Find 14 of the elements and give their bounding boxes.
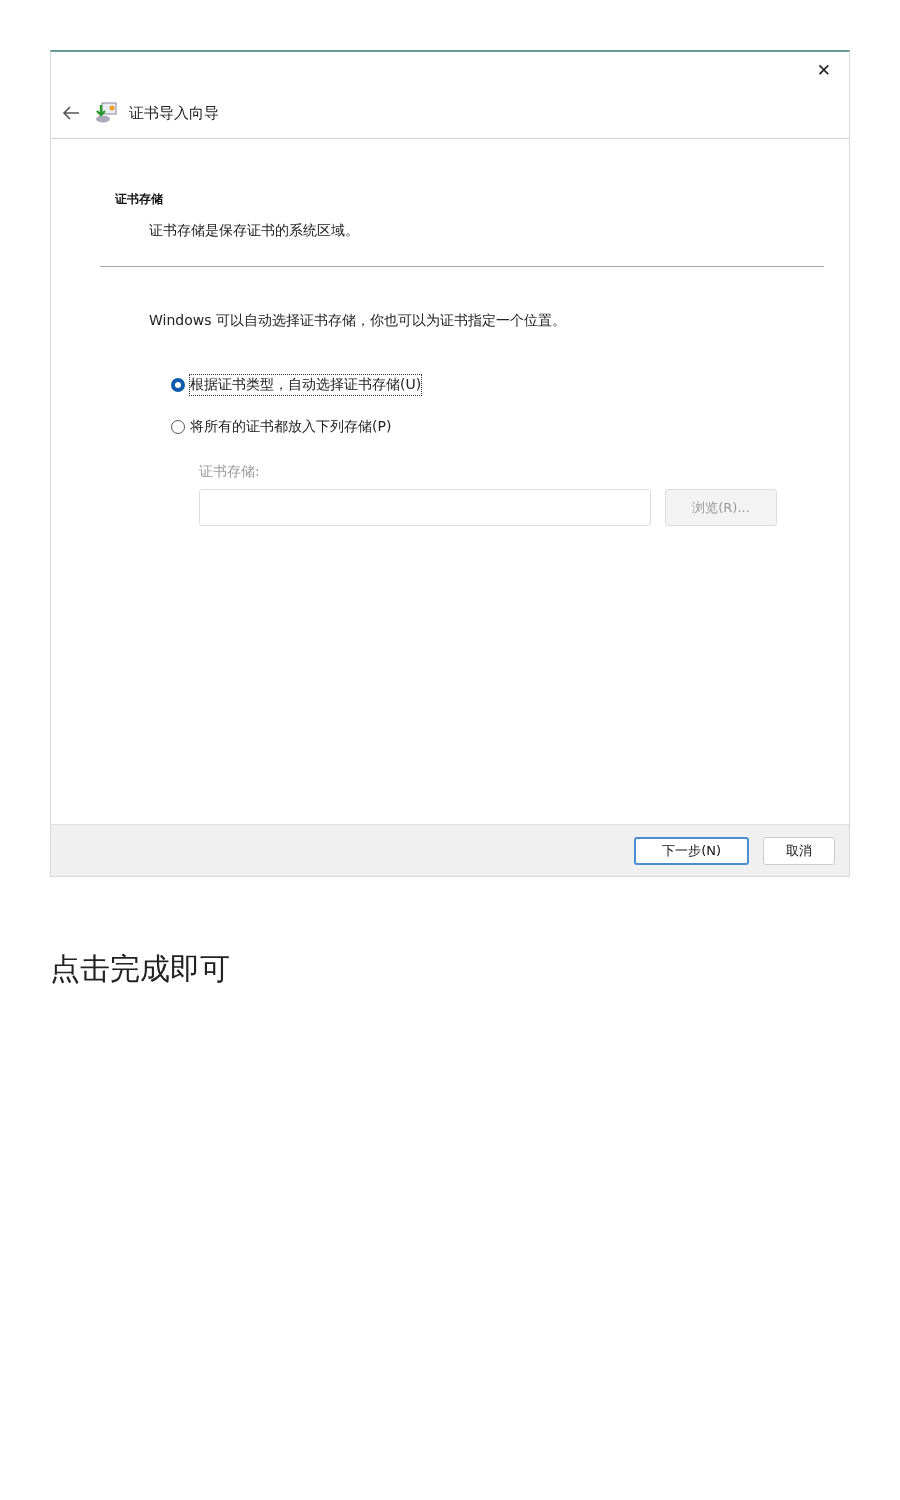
next-button[interactable]: 下一步(N): [634, 836, 749, 865]
store-label: 证书存储:: [199, 463, 261, 481]
radio-label[interactable]: 根据证书类型，自动选择证书存储(U): [189, 374, 423, 396]
cancel-button[interactable]: 取消: [763, 836, 835, 865]
caption-text: 点击完成即可: [50, 950, 231, 988]
intro-text: Windows 可以自动选择证书存储，你也可以为证书指定一个位置。: [149, 312, 567, 330]
radio-button[interactable]: [171, 378, 185, 392]
radio-label[interactable]: 将所有的证书都放入下列存储(P): [189, 416, 393, 438]
section-heading: 证书存储: [115, 191, 164, 208]
section-description: 证书存储是保存证书的系统区域。: [149, 222, 360, 240]
close-button[interactable]: ✕: [810, 58, 837, 82]
certificate-icon: [95, 102, 117, 124]
radio-button[interactable]: [171, 420, 185, 434]
window-title: 证书导入向导: [129, 103, 219, 123]
